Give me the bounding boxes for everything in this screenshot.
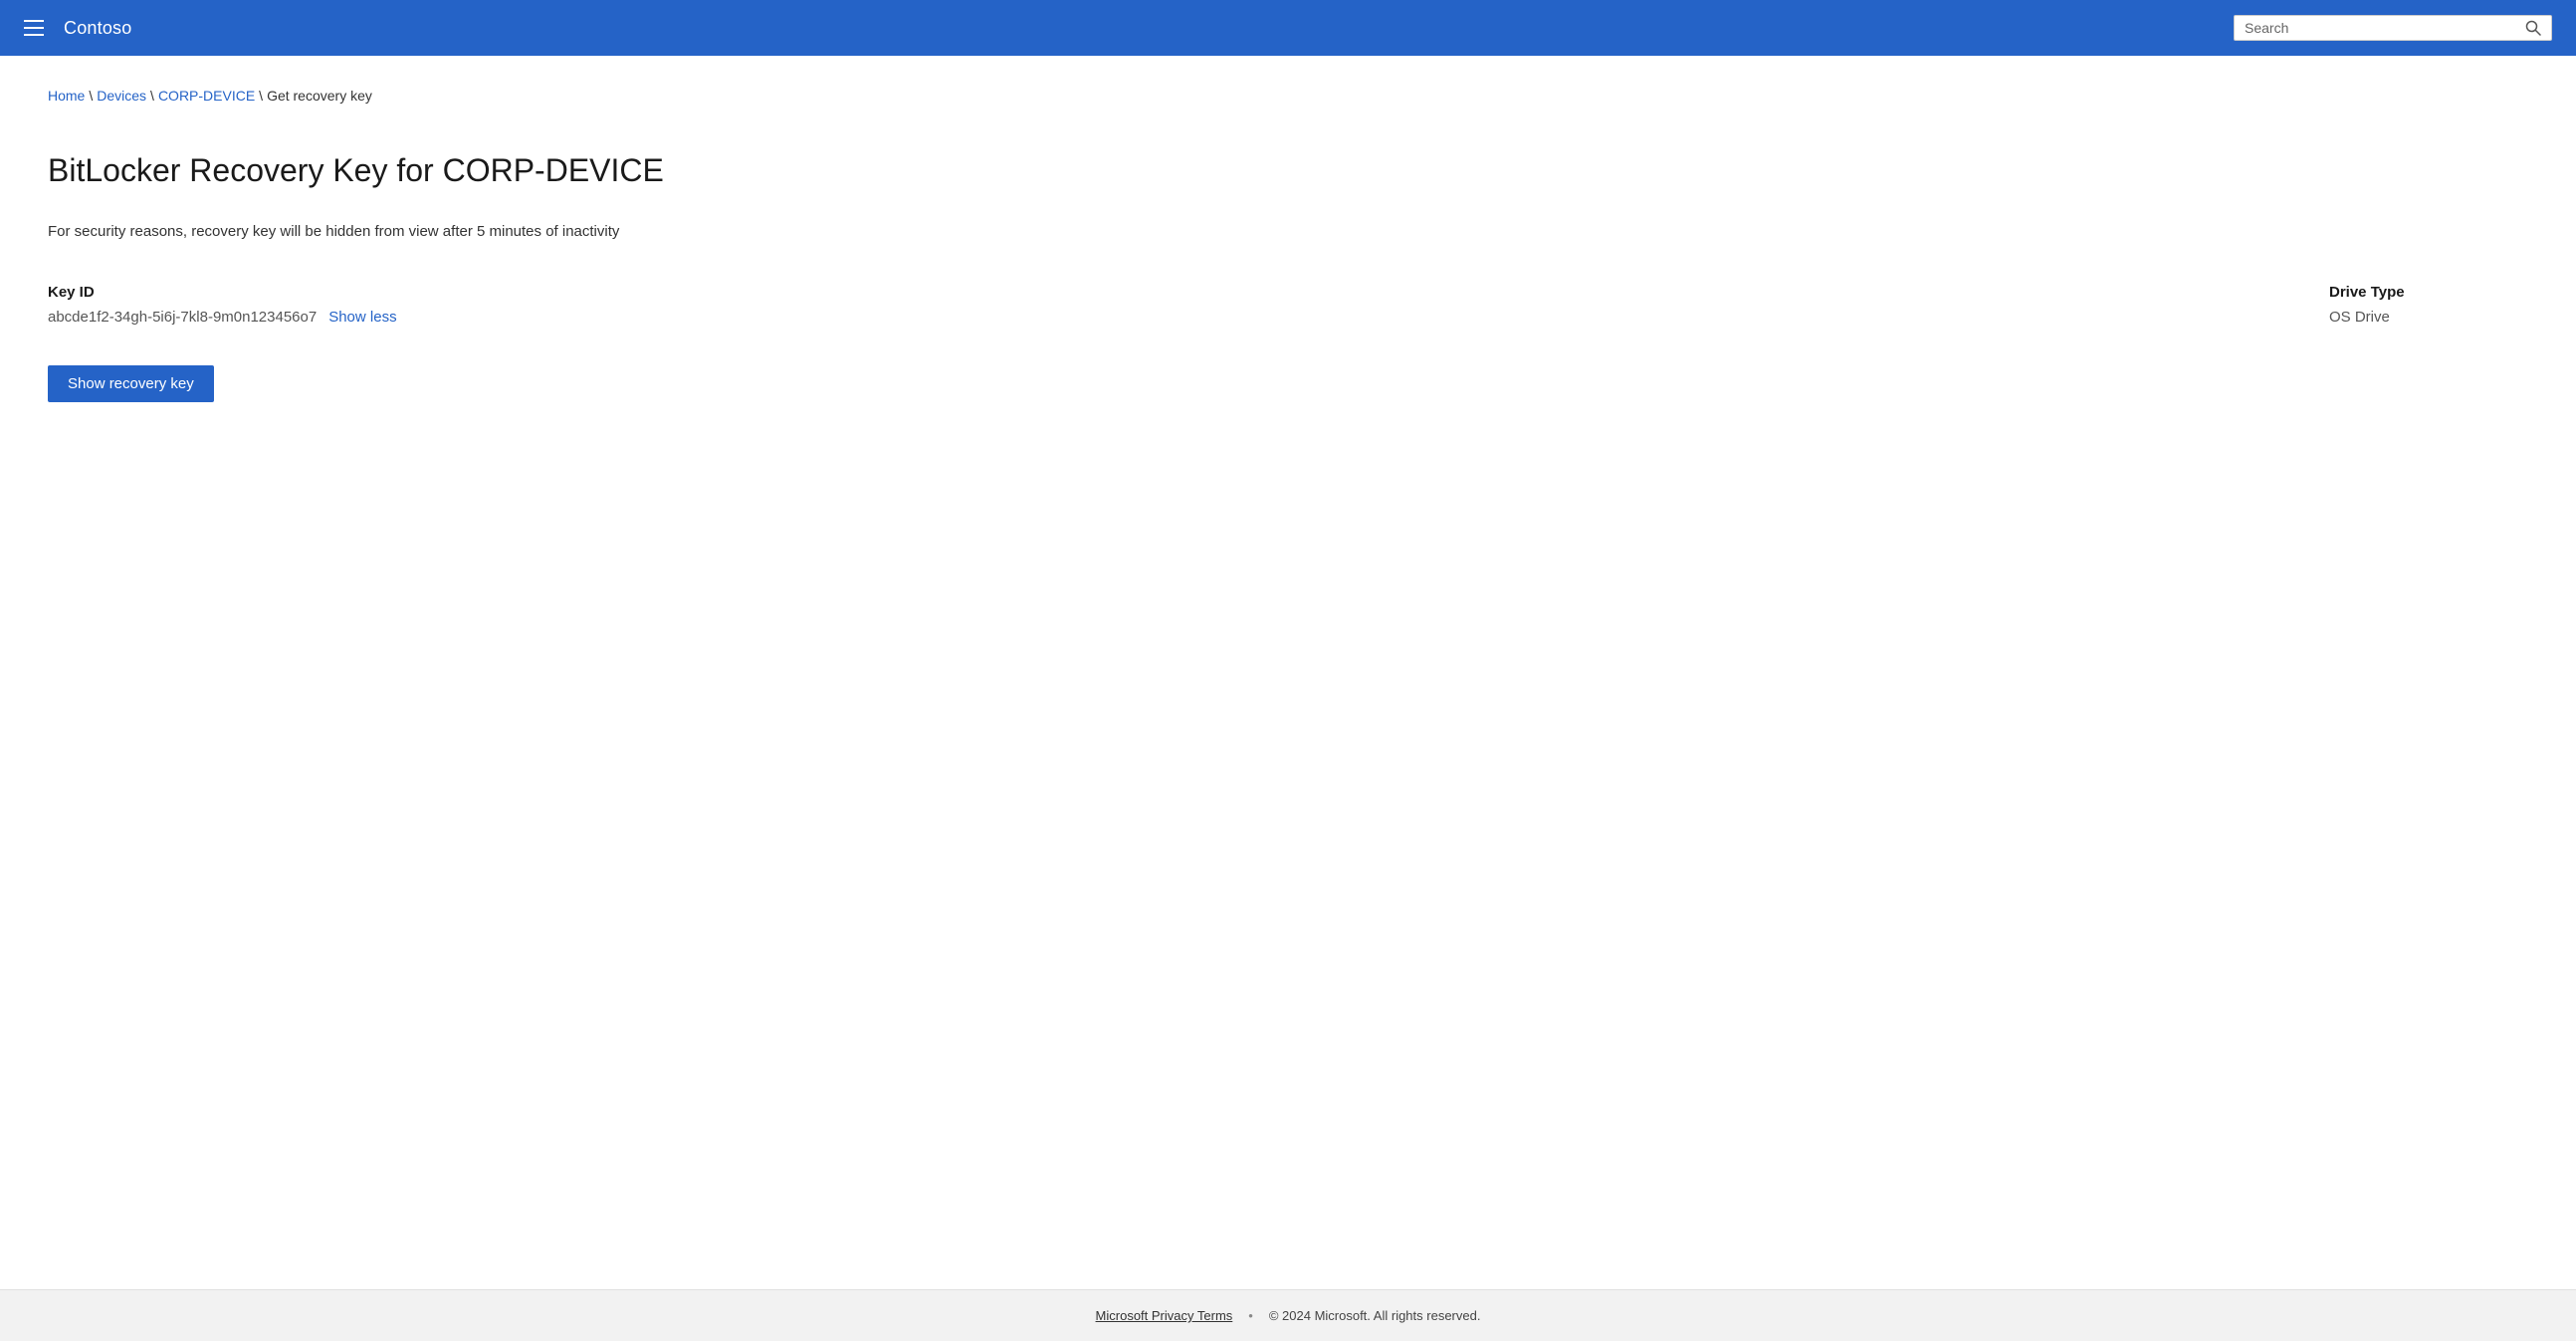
key-id-label: Key ID (48, 284, 2250, 301)
app-header: Contoso (0, 0, 2576, 56)
drive-type-value: OS Drive (2329, 309, 2528, 326)
key-info-section: Key ID abcde1f2-34gh-5i6j-7kl8-9m0n12345… (48, 284, 2528, 326)
main-content: Home \ Devices \ CORP-DEVICE \ Get recov… (0, 56, 2576, 1289)
footer-separator: • (1248, 1308, 1253, 1323)
page-title: BitLocker Recovery Key for CORP-DEVICE (48, 151, 2528, 189)
breadcrumb-device[interactable]: CORP-DEVICE (158, 88, 255, 104)
drive-type-label: Drive Type (2329, 284, 2528, 301)
page-footer: Microsoft Privacy Terms • © 2024 Microso… (0, 1289, 2576, 1341)
breadcrumb-current: Get recovery key (267, 88, 372, 104)
key-id-value-row: abcde1f2-34gh-5i6j-7kl8-9m0n123456o7 Sho… (48, 309, 2250, 326)
search-container (2234, 15, 2552, 41)
breadcrumb-separator-1: \ (89, 88, 93, 104)
privacy-terms-link[interactable]: Microsoft Privacy Terms (1096, 1308, 1233, 1323)
drive-type-section: Drive Type OS Drive (2329, 284, 2528, 326)
key-id-section: Key ID abcde1f2-34gh-5i6j-7kl8-9m0n12345… (48, 284, 2250, 326)
search-input[interactable] (2245, 20, 2517, 36)
breadcrumb-separator-2: \ (150, 88, 154, 104)
security-notice: For security reasons, recovery key will … (48, 221, 2528, 244)
footer-copyright: © 2024 Microsoft. All rights reserved. (1269, 1308, 1481, 1323)
search-button[interactable] (2525, 20, 2541, 36)
show-recovery-key-button[interactable]: Show recovery key (48, 365, 214, 402)
header-left: Contoso (24, 18, 131, 39)
breadcrumb: Home \ Devices \ CORP-DEVICE \ Get recov… (48, 88, 2528, 104)
breadcrumb-home[interactable]: Home (48, 88, 85, 104)
key-id-text: abcde1f2-34gh-5i6j-7kl8-9m0n123456o7 (48, 309, 317, 326)
breadcrumb-devices[interactable]: Devices (97, 88, 146, 104)
show-less-link[interactable]: Show less (328, 309, 396, 326)
breadcrumb-separator-3: \ (259, 88, 263, 104)
hamburger-menu-icon[interactable] (24, 20, 44, 36)
brand-name: Contoso (64, 18, 131, 39)
search-icon (2525, 20, 2541, 36)
